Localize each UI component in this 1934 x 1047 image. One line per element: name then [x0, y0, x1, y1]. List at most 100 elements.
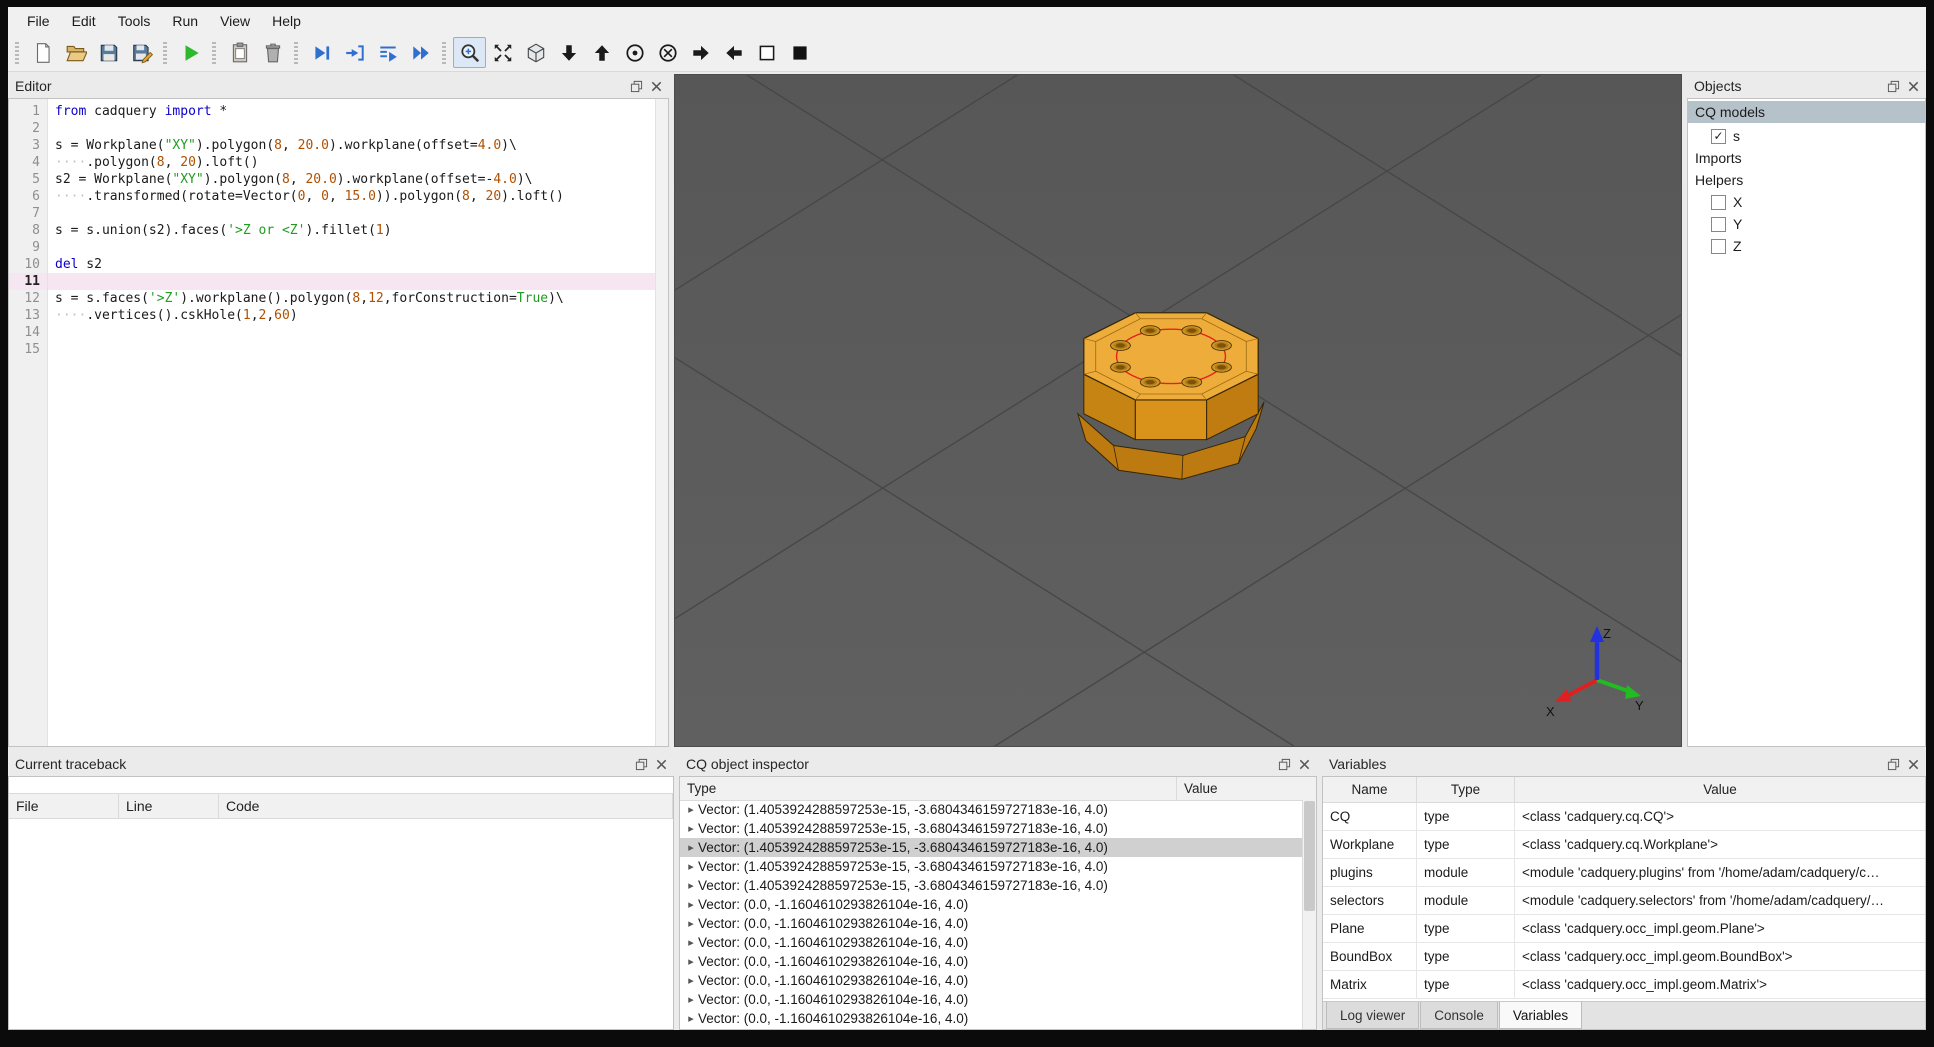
- code-line[interactable]: ····.vertices().cskHole(1,2,60): [48, 307, 655, 324]
- variable-row[interactable]: BoundBox type <class 'cadquery.occ_impl.ge…: [1323, 943, 1925, 971]
- expand-icon[interactable]: ▸: [684, 841, 698, 854]
- view-left-button[interactable]: [684, 37, 717, 68]
- code-line[interactable]: [48, 324, 655, 341]
- code-line[interactable]: s = Workplane("XY").polygon(8, 20.0).wor…: [48, 137, 655, 154]
- toolbar-handle[interactable]: [212, 41, 216, 64]
- tab-console[interactable]: Console: [1420, 1002, 1498, 1029]
- inspector-row[interactable]: ▸ Vector: (1.4053924288597253e-15, -3.680…: [680, 876, 1303, 895]
- inspector-row[interactable]: ▸ Vector: (0.0, -1.1604610293826104e-16, …: [680, 971, 1303, 990]
- variables-float-button[interactable]: [1884, 755, 1902, 773]
- fit-all-button[interactable]: [486, 37, 519, 68]
- objects-close-button[interactable]: [1904, 77, 1922, 95]
- checkbox-y[interactable]: [1711, 216, 1726, 232]
- objects-item-y[interactable]: Y: [1688, 213, 1925, 235]
- objects-group-helpers[interactable]: Helpers: [1688, 169, 1925, 191]
- menu-help[interactable]: Help: [261, 10, 312, 32]
- run-button[interactable]: [174, 37, 207, 68]
- code-line[interactable]: ····.transformed(rotate=Vector(0, 0, 15.…: [48, 188, 655, 205]
- column-header-value[interactable]: Value: [1177, 777, 1316, 800]
- objects-group-imports[interactable]: Imports: [1688, 147, 1925, 169]
- menu-view[interactable]: View: [209, 10, 261, 32]
- expand-icon[interactable]: ▸: [684, 955, 698, 968]
- checkbox-x[interactable]: [1711, 194, 1726, 210]
- view-bottom-button[interactable]: [585, 37, 618, 68]
- inspector-scrollbar-thumb[interactable]: [1304, 801, 1315, 911]
- expand-icon[interactable]: ▸: [684, 974, 698, 987]
- code-line[interactable]: [48, 239, 655, 256]
- code-line[interactable]: [48, 273, 655, 290]
- toolbar-handle[interactable]: [163, 41, 167, 64]
- objects-item-s[interactable]: ✓ s: [1688, 125, 1925, 147]
- code-line[interactable]: [48, 341, 655, 358]
- view-top-button[interactable]: [552, 37, 585, 68]
- inspector-row[interactable]: ▸ Vector: (0.0, -1.1604610293826104e-16, …: [680, 990, 1303, 1009]
- objects-item-z[interactable]: Z: [1688, 235, 1925, 257]
- zoom-fit-button[interactable]: [453, 37, 486, 68]
- menu-file[interactable]: File: [16, 10, 61, 32]
- objects-float-button[interactable]: [1884, 77, 1902, 95]
- column-header-value[interactable]: Value: [1515, 777, 1925, 802]
- expand-icon[interactable]: ▸: [684, 993, 698, 1006]
- step-into-button[interactable]: [371, 37, 404, 68]
- expand-icon[interactable]: ▸: [684, 917, 698, 930]
- paste-button[interactable]: [223, 37, 256, 68]
- expand-icon[interactable]: ▸: [684, 822, 698, 835]
- view-back-button[interactable]: [651, 37, 684, 68]
- tab-log-viewer[interactable]: Log viewer: [1326, 1002, 1420, 1029]
- editor-close-button[interactable]: [647, 77, 665, 95]
- toolbar-handle[interactable]: [15, 41, 19, 64]
- inspector-row[interactable]: ▸ Vector: (0.0, -1.1604610293826104e-16, …: [680, 895, 1303, 914]
- inspector-float-button[interactable]: [1275, 755, 1293, 773]
- variable-row[interactable]: Plane type <class 'cadquery.occ_impl.geom.…: [1323, 915, 1925, 943]
- save-button[interactable]: [92, 37, 125, 68]
- variable-row[interactable]: plugins module <module 'cadquery.plugins' …: [1323, 859, 1925, 887]
- code-line[interactable]: s = s.union(s2).faces('>Z or <Z').fillet…: [48, 222, 655, 239]
- menu-tools[interactable]: Tools: [107, 10, 162, 32]
- variable-row[interactable]: Workplane type <class 'cadquery.cq.Workpla…: [1323, 831, 1925, 859]
- model-s[interactable]: [1067, 296, 1275, 496]
- inspector-close-button[interactable]: [1295, 755, 1313, 773]
- variable-row[interactable]: CQ type <class 'cadquery.cq.CQ'>: [1323, 803, 1925, 831]
- column-header-file[interactable]: File: [9, 794, 119, 818]
- inspector-scrollbar[interactable]: [1302, 800, 1316, 1029]
- inspector-row[interactable]: ▸ Vector: (1.4053924288597253e-15, -3.680…: [680, 819, 1303, 838]
- expand-icon[interactable]: ▸: [684, 879, 698, 892]
- delete-button[interactable]: [256, 37, 289, 68]
- code-line[interactable]: ····.polygon(8, 20).loft(): [48, 154, 655, 171]
- inspector-row[interactable]: ▸ Vector: (1.4053924288597253e-15, -3.680…: [680, 800, 1303, 819]
- code-line[interactable]: s2 = Workplane("XY").polygon(8, 20.0).wo…: [48, 171, 655, 188]
- variable-row[interactable]: Matrix type <class 'cadquery.occ_impl.geom…: [1323, 971, 1925, 999]
- editor-float-button[interactable]: [627, 77, 645, 95]
- checkbox-s[interactable]: ✓: [1711, 128, 1726, 144]
- variable-row[interactable]: selectors module <module 'cadquery.selecto…: [1323, 887, 1925, 915]
- inspector-row[interactable]: ▸ Vector: (0.0, -1.1604610293826104e-16, …: [680, 914, 1303, 933]
- menu-run[interactable]: Run: [161, 10, 209, 32]
- inspector-row[interactable]: ▸ Vector: (1.4053924288597253e-15, -3.680…: [680, 838, 1303, 857]
- variables-close-button[interactable]: [1904, 755, 1922, 773]
- step-button[interactable]: [338, 37, 371, 68]
- new-file-button[interactable]: [26, 37, 59, 68]
- editor-scrollbar[interactable]: [655, 99, 668, 746]
- column-header-type[interactable]: Type: [680, 777, 1177, 800]
- continue-button[interactable]: [404, 37, 437, 68]
- expand-icon[interactable]: ▸: [684, 860, 698, 873]
- toolbar-handle[interactable]: [442, 41, 446, 64]
- shaded-button[interactable]: [783, 37, 816, 68]
- toolbar-handle[interactable]: [294, 41, 298, 64]
- code-line[interactable]: from cadquery import *: [48, 103, 655, 120]
- inspector-row[interactable]: ▸ Vector: (0.0, -1.1604610293826104e-16, …: [680, 952, 1303, 971]
- column-header-name[interactable]: Name: [1323, 777, 1417, 802]
- objects-group-cq-models[interactable]: CQ models: [1688, 101, 1925, 123]
- view-right-button[interactable]: [717, 37, 750, 68]
- menu-edit[interactable]: Edit: [61, 10, 107, 32]
- code-line[interactable]: del s2: [48, 256, 655, 273]
- debug-button[interactable]: [305, 37, 338, 68]
- code-line[interactable]: [48, 120, 655, 137]
- code-line[interactable]: [48, 205, 655, 222]
- traceback-close-button[interactable]: [652, 755, 670, 773]
- expand-icon[interactable]: ▸: [684, 803, 698, 816]
- expand-icon[interactable]: ▸: [684, 936, 698, 949]
- wireframe-button[interactable]: [750, 37, 783, 68]
- expand-icon[interactable]: ▸: [684, 1012, 698, 1025]
- column-header-line[interactable]: Line: [119, 794, 219, 818]
